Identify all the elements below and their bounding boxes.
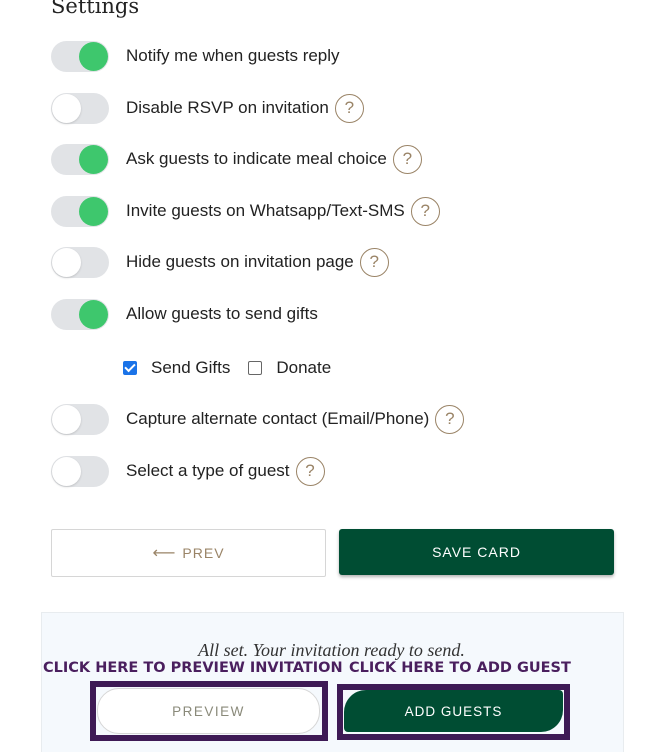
setting-whatsapp-invite: Invite guests on Whatsapp/Text-SMS ? (51, 195, 440, 227)
setting-alternate-contact: Capture alternate contact (Email/Phone) … (51, 403, 465, 435)
help-icon[interactable]: ? (410, 196, 440, 226)
disable-rsvp-toggle[interactable] (51, 92, 109, 124)
alternate-contact-label: Capture alternate contact (Email/Phone) (126, 409, 430, 428)
save-card-button[interactable]: SAVE CARD (339, 529, 614, 575)
gift-options: Send Gifts Donate (123, 356, 349, 380)
meal-choice-label: Ask guests to indicate meal choice (126, 149, 387, 168)
help-icon[interactable]: ? (359, 247, 389, 277)
send-gifts-label: Allow guests to send gifts (126, 304, 318, 323)
help-icon[interactable]: ? (435, 404, 465, 434)
prev-button[interactable]: ⟵ PREV (51, 529, 326, 577)
setting-send-gifts: Allow guests to send gifts (51, 298, 318, 330)
meal-choice-toggle[interactable] (51, 143, 109, 175)
setting-notify-replies: Notify me when guests reply (51, 40, 340, 72)
send-gifts-checkbox[interactable] (123, 361, 137, 375)
hide-guests-label: Hide guests on invitation page (126, 252, 354, 271)
send-gifts-toggle[interactable] (51, 298, 109, 330)
disable-rsvp-label: Disable RSVP on invitation (126, 98, 329, 117)
help-icon[interactable]: ? (392, 144, 422, 174)
whatsapp-invite-label: Invite guests on Whatsapp/Text-SMS (126, 201, 405, 220)
send-gifts-option-label: Send Gifts (151, 358, 231, 377)
add-guest-annotation: CLICK HERE TO ADD GUEST (349, 660, 571, 676)
preview-button[interactable]: PREVIEW (97, 688, 320, 734)
settings-title: Settings (51, 0, 140, 18)
arrow-left-icon: ⟵ (152, 545, 177, 562)
alternate-contact-toggle[interactable] (51, 403, 109, 435)
donate-checkbox[interactable] (248, 361, 263, 375)
preview-button-label: PREVIEW (172, 703, 245, 719)
add-guests-label: ADD GUESTS (404, 703, 503, 719)
notify-replies-label: Notify me when guests reply (126, 46, 340, 65)
guest-type-label: Select a type of guest (126, 461, 290, 480)
hide-guests-toggle[interactable] (51, 246, 109, 278)
save-card-label: SAVE CARD (432, 544, 521, 560)
help-icon[interactable]: ? (295, 456, 325, 486)
ready-text: All set. Your invitation ready to send. (198, 640, 465, 660)
help-icon[interactable]: ? (334, 93, 364, 123)
setting-disable-rsvp: Disable RSVP on invitation ? (51, 92, 364, 124)
preview-annotation: CLICK HERE TO PREVIEW INVITATION (43, 660, 343, 676)
guest-type-toggle[interactable] (51, 455, 109, 487)
ready-message: All set. Your invitation ready to send. (0, 640, 662, 661)
whatsapp-invite-toggle[interactable] (51, 195, 109, 227)
donate-option-label: Donate (276, 358, 332, 377)
setting-meal-choice: Ask guests to indicate meal choice ? (51, 143, 422, 175)
setting-hide-guests: Hide guests on invitation page ? (51, 246, 389, 278)
prev-button-label: PREV (182, 545, 225, 561)
notify-replies-toggle[interactable] (51, 40, 109, 72)
setting-guest-type: Select a type of guest ? (51, 455, 325, 487)
add-guests-button[interactable]: ADD GUESTS (344, 690, 563, 732)
